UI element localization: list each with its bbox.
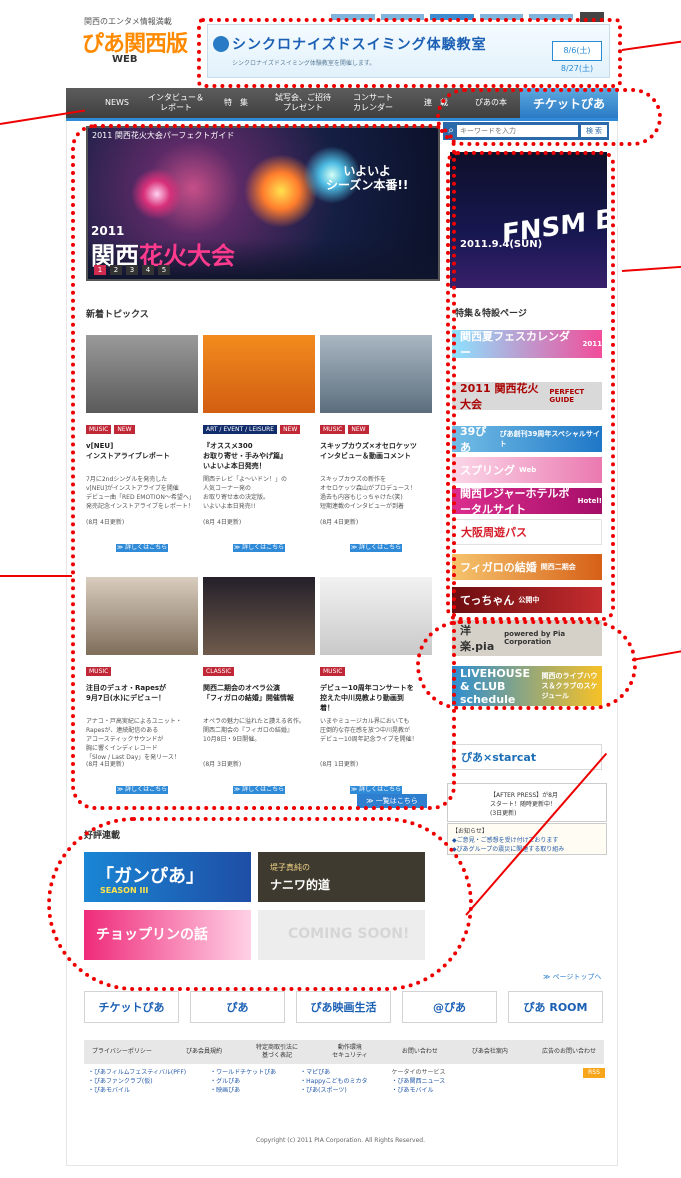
footer-columns: ・ぴあフィルムフェスティバル(PFF) ・ぴあファンクラブ(仮) ・ぴあモバイル… (84, 1068, 604, 1128)
rss-badge[interactable]: RSS (583, 1068, 605, 1078)
footer-link[interactable]: 特定商取引法に 基づく表記 (256, 1044, 298, 1060)
footer-logos: チケットぴあ ぴあ ぴあ映画生活 @ぴあ ぴあ ROOM (84, 991, 604, 1028)
footer-link[interactable]: プライバシーポリシー (92, 1048, 152, 1056)
footer-col-heading: ケータイのサービス (391, 1069, 446, 1076)
announcement-link[interactable]: ◆ご意見・ご感想を受け付けております (452, 835, 558, 844)
annotation-line (621, 265, 681, 272)
footer-col-link[interactable]: ・ぴあモバイル (392, 1086, 446, 1095)
nav-concert[interactable]: コンサート カレンダー (344, 88, 402, 118)
footer-nav: プライバシーポリシー ぴあ会員規約 特定商取引法に 基づく表記 動作環境 セキュ… (84, 1040, 604, 1064)
annotation-line (621, 40, 681, 51)
footer-column: ・ワールドチケットぴあ ・グルぴあ ・映画ぴあ (210, 1068, 276, 1128)
footer-col-link[interactable]: ・マピぴあ (300, 1068, 367, 1077)
footer-col-link[interactable]: ・ぴあファンクラブ(仮) (88, 1077, 186, 1086)
footer-col-link[interactable]: ・ぴあ関西ニュース (392, 1077, 446, 1086)
footer-link[interactable]: 広告のお問い合わせ (542, 1048, 596, 1056)
announcement-title: 【お知らせ】 (452, 828, 488, 835)
annotation-line (631, 650, 681, 661)
annotation-dotted-outline (446, 151, 615, 621)
footer-col-link[interactable]: ・グルぴあ (210, 1077, 276, 1086)
footer-link[interactable]: ぴあ会員規約 (186, 1048, 222, 1056)
footer-column: ・マピぴあ ・Happyこどものミカタ ・ぴあ(スポーツ) (300, 1068, 367, 1128)
footer-col-link[interactable]: ・ぴあフィルムフェスティバル(PFF) (88, 1068, 186, 1077)
footer-logo[interactable]: ぴあ映画生活 (296, 991, 391, 1023)
nav-present[interactable]: 試写会、ご招待 プレゼント (268, 88, 338, 118)
footer-link[interactable]: ぴあ会社案内 (472, 1048, 508, 1056)
copyright: Copyright (c) 2011 PIA Corporation. All … (256, 1137, 425, 1144)
notice-body: スタート！随時更新中！ (490, 801, 557, 808)
page-top-link[interactable]: ≫ ページトップへ (543, 972, 601, 982)
footer-col-link[interactable]: ・映画ぴあ (210, 1086, 276, 1095)
nav-interview[interactable]: インタビュー＆ レポート (144, 88, 208, 118)
logo-web-label: WEB (112, 54, 138, 65)
nav-news[interactable]: NEWS (96, 88, 138, 118)
announcement-link[interactable]: ◆ぴあグループの震災に関連する取り組み (452, 844, 564, 853)
footer-logo[interactable]: @ぴあ (402, 991, 497, 1023)
footer-link[interactable]: お問い合わせ (402, 1048, 438, 1056)
annotation-dotted-outline (71, 124, 456, 810)
footer-col-link[interactable]: ・Happyこどものミカタ (300, 1077, 367, 1086)
footer-column: ケータイのサービス ・ぴあ関西ニュース ・ぴあモバイル (392, 1068, 446, 1128)
footer-logo[interactable]: ぴあ ROOM (508, 991, 603, 1023)
footer-logo[interactable]: ぴあ (190, 991, 285, 1023)
annotation-dotted-outline (47, 817, 473, 991)
notice-date: (3日更新) (490, 810, 517, 817)
footer-col-link[interactable]: ・ぴあ(スポーツ) (300, 1086, 367, 1095)
nav-special[interactable]: 特 集 (212, 88, 260, 118)
page-root: 関西のエンタメ情報満載 ぴあ関西版 WEB シンクロナイズドスイミング体験教室 … (0, 0, 681, 1178)
footer-logo[interactable]: チケットぴあ (84, 991, 179, 1023)
footer-column: ・ぴあフィルムフェスティバル(PFF) ・ぴあファンクラブ(仮) ・ぴあモバイル (88, 1068, 186, 1128)
footer-col-link[interactable]: ・ぴあモバイル (88, 1086, 186, 1095)
annotation-dotted-outline (436, 88, 662, 146)
special-banner[interactable]: ぴあ×starcat (452, 744, 602, 770)
annotation-dotted-outline (197, 18, 622, 88)
footer-col-link[interactable]: ・ワールドチケットぴあ (210, 1068, 276, 1077)
notice-title: 【AFTER PRESS】が8月 (490, 792, 558, 799)
annotation-line (0, 575, 72, 577)
footer-link[interactable]: 動作環境 セキュリティ (332, 1044, 368, 1060)
annotation-dotted-outline (416, 620, 637, 710)
